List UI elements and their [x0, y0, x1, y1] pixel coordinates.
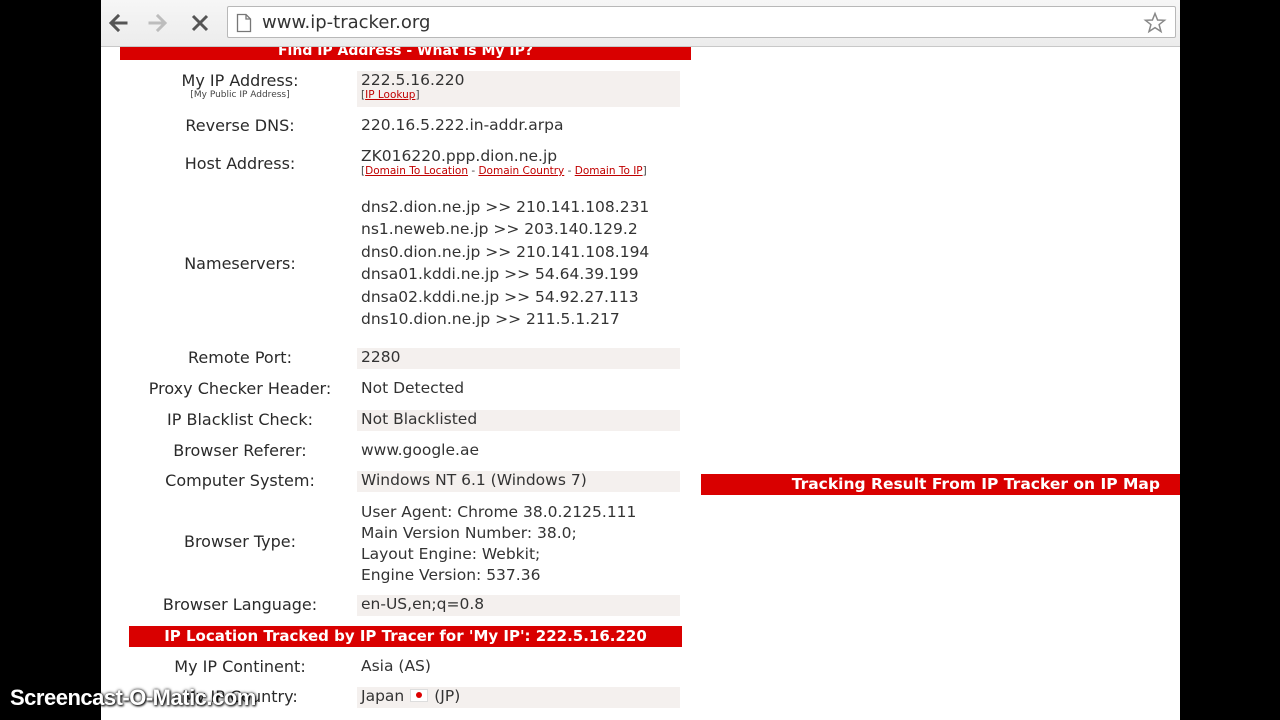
host-value: ZK016220.ppp.dion.ne.jp — [361, 147, 558, 165]
row-blacklist: IP Blacklist Check: Not Blacklisted — [129, 410, 682, 432]
nameservers-label: Nameservers: — [184, 254, 296, 273]
system-label: Computer System: — [165, 471, 315, 490]
host-value-cell: ZK016220.ppp.dion.ne.jp [Domain To Locat… — [361, 147, 647, 177]
screencast-watermark: Screencast-O-Matic.com — [10, 685, 256, 710]
map-banner: Tracking Result From IP Tracker on IP Ma… — [701, 474, 1180, 495]
reverse-dns-value: 220.16.5.222.in-addr.arpa — [361, 116, 564, 134]
my-ip-value: 222.5.16.220 — [361, 71, 465, 89]
japan-flag-icon — [410, 688, 429, 702]
forward-arrow-icon — [148, 13, 168, 33]
row-referer: Browser Referer: www.google.ae — [129, 441, 682, 463]
row-reverse-dns: Reverse DNS: 220.16.5.222.in-addr.arpa — [129, 116, 682, 140]
domain-to-ip-link[interactable]: Domain To IP — [575, 165, 643, 177]
my-ip-value-cell: 222.5.16.220 [IP Lookup] — [357, 71, 680, 107]
row-host: Host Address: ZK016220.ppp.dion.ne.jp [D… — [129, 147, 682, 187]
browser-type-label: Browser Type: — [183, 532, 297, 551]
page-content: Find IP Address - What is My IP? My IP A… — [101, 47, 1180, 720]
remote-port-label: Remote Port: — [188, 348, 292, 367]
browser-type-value-cell: User Agent: Chrome 38.0.2125.111 Main Ve… — [357, 502, 680, 586]
language-label: Browser Language: — [162, 595, 318, 614]
remote-port-value: 2280 — [357, 348, 680, 369]
row-system: Computer System: Windows NT 6.1 (Windows… — [129, 471, 682, 493]
location-banner: IP Location Tracked by IP Tracer for 'My… — [129, 626, 682, 647]
system-value: Windows NT 6.1 (Windows 7) — [357, 471, 680, 492]
country-value-cell: Japan (JP) — [357, 687, 680, 708]
continent-label: My IP Continent: — [174, 657, 306, 676]
blacklist-value: Not Blacklisted — [357, 410, 680, 431]
browser-toolbar: www.ip-tracker.org — [101, 0, 1180, 47]
back-button[interactable] — [103, 8, 133, 38]
row-my-ip: My IP Address: [My Public IP Address] 22… — [129, 69, 682, 111]
row-browser-type: Browser Type: User Agent: Chrome 38.0.21… — [129, 502, 682, 590]
nameserver-item: dnsa02.kddi.ne.jp >> 54.92.27.113 — [361, 287, 639, 306]
main-version-line: Main Version Number: 38.0; — [361, 524, 577, 542]
address-bar[interactable]: www.ip-tracker.org — [227, 6, 1176, 38]
url-text[interactable]: www.ip-tracker.org — [262, 12, 430, 33]
domain-country-link[interactable]: Domain Country — [478, 165, 564, 177]
row-remote-port: Remote Port: 2280 — [129, 348, 682, 370]
browser-window: www.ip-tracker.org Find IP Address - Wha… — [101, 0, 1180, 720]
row-language: Browser Language: en-US,en;q=0.8 — [129, 595, 682, 617]
nameserver-item: dns0.dion.ne.jp >> 210.141.108.194 — [361, 242, 650, 261]
referer-label: Browser Referer: — [173, 441, 307, 460]
nameservers-value-cell: dns2.dion.ne.jp >> 210.141.108.231 ns1.n… — [357, 196, 680, 330]
top-banner: Find IP Address - What is My IP? — [120, 47, 691, 60]
bookmark-star-icon[interactable] — [1143, 11, 1167, 35]
proxy-value: Not Detected — [361, 379, 465, 397]
country-code: (JP) — [434, 687, 461, 705]
nameserver-item: dns10.dion.ne.jp >> 211.5.1.217 — [361, 310, 620, 329]
referer-value: www.google.ae — [361, 441, 479, 459]
row-proxy: Proxy Checker Header: Not Detected — [129, 379, 682, 401]
stop-x-icon — [191, 14, 209, 32]
host-label: Host Address: — [184, 154, 296, 173]
my-ip-sublabel: [My Public IP Address] — [190, 90, 290, 100]
ip-lookup-link[interactable]: IP Lookup — [365, 89, 415, 101]
nameserver-item: dns2.dion.ne.jp >> 210.141.108.231 — [361, 198, 650, 216]
country-value: Japan — [361, 687, 405, 705]
nameserver-item: dnsa01.kddi.ne.jp >> 54.64.39.199 — [361, 265, 639, 284]
domain-to-location-link[interactable]: Domain To Location — [365, 165, 468, 177]
my-ip-label-text: My IP Address: — [181, 71, 299, 90]
layout-engine-line: Layout Engine: Webkit; — [361, 545, 541, 563]
language-value: en-US,en;q=0.8 — [357, 595, 680, 616]
back-arrow-icon — [108, 13, 128, 33]
page-icon — [236, 13, 252, 33]
row-nameservers: Nameservers: dns2.dion.ne.jp >> 210.141.… — [129, 196, 682, 332]
proxy-label: Proxy Checker Header: — [148, 379, 332, 398]
engine-version-line: Engine Version: 537.36 — [361, 566, 541, 584]
reverse-dns-label: Reverse DNS: — [185, 116, 295, 135]
blacklist-label: IP Blacklist Check: — [167, 410, 313, 429]
forward-button[interactable] — [143, 8, 173, 38]
stop-button[interactable] — [185, 8, 215, 38]
my-ip-label: My IP Address: [My Public IP Address] — [129, 71, 351, 100]
row-continent: My IP Continent: Asia (AS) — [129, 657, 682, 679]
continent-value: Asia (AS) — [361, 657, 431, 675]
nameserver-item: ns1.neweb.ne.jp >> 203.140.129.2 — [361, 220, 638, 239]
user-agent-line: User Agent: Chrome 38.0.2125.111 — [361, 503, 637, 521]
